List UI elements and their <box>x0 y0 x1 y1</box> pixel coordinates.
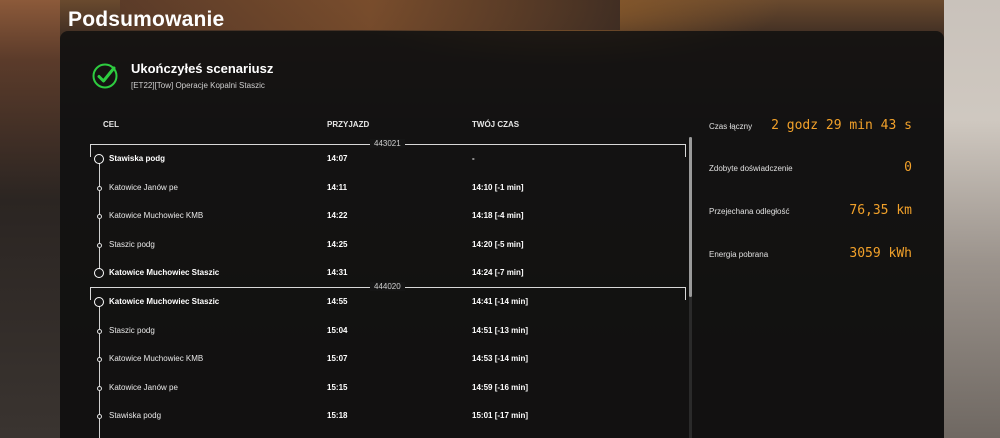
stop-your-time: 14:24 [-7 min] <box>472 268 524 277</box>
stop-arrival: 14:25 <box>327 239 348 249</box>
stop-your-time: 14:59 [-16 min] <box>472 383 528 392</box>
station-node <box>97 214 102 219</box>
stat-label: Energia pobrana <box>709 250 769 259</box>
stat-value: 76,35 km <box>849 203 912 218</box>
bracket-close: ] <box>520 211 524 220</box>
delay-value: -4 min <box>497 211 521 220</box>
stat-value: 2 godz 29 min 43 s <box>771 118 912 133</box>
station-node <box>97 185 102 191</box>
stat-value: 3059 kWh <box>849 246 912 261</box>
train-number: 443021 <box>370 139 405 148</box>
stat-value: 0 <box>904 160 912 175</box>
bracket-close: ] <box>525 411 529 420</box>
stop-name: Katowice Janów pe <box>109 182 178 192</box>
background-right <box>944 0 1000 438</box>
check-icon <box>92 63 118 89</box>
stop-your-time: 14:18 [-4 min] <box>472 211 524 220</box>
stop-arrival: 15:07 <box>327 354 348 363</box>
delay-value: -7 min <box>497 268 521 277</box>
stop-arrival: 14:11 <box>327 182 348 192</box>
bracket-close: ] <box>520 268 524 277</box>
your-time-value: 14:41 <box>472 297 493 306</box>
your-time-value: 14:53 <box>472 354 493 363</box>
delay-value: -14 min <box>497 354 526 363</box>
stop-name: Katowice Muchowiec KMB <box>109 211 204 220</box>
station-node <box>97 385 102 391</box>
your-time-value: 14:20 <box>472 239 493 249</box>
scenario-name: [ET22][Tow] Operacje Kopalni Staszic <box>131 81 265 90</box>
station-node <box>97 357 102 362</box>
station-node-major <box>94 297 104 307</box>
stop-your-time: - <box>472 154 475 163</box>
your-time-value: - <box>472 154 475 163</box>
train-number: 444020 <box>370 282 405 291</box>
stop-arrival: 14:07 <box>327 154 348 163</box>
stop-your-time: 14:10 [-1 min] <box>472 183 524 192</box>
station-node <box>97 414 102 419</box>
stop-arrival: 14:31 <box>327 268 348 277</box>
column-header-stop: CEL <box>103 120 119 129</box>
stop-arrival: 14:22 <box>327 211 348 220</box>
stop-your-time: 14:51 [-13 min] <box>472 326 528 335</box>
stop-name: Stawiska podg <box>109 411 162 420</box>
bracket-close: ] <box>525 297 529 306</box>
delay-value: -14 min <box>497 297 526 306</box>
stop-arrival: 14:55 <box>327 297 348 306</box>
bracket-close: ] <box>525 325 529 335</box>
your-time-value: 14:18 <box>472 211 493 220</box>
stop-your-time: 14:41 [-14 min] <box>472 297 528 306</box>
station-node <box>97 328 102 334</box>
stop-name: Staszic podg <box>109 325 155 335</box>
stop-name: Katowice Muchowiec Staszic <box>109 297 220 306</box>
your-time-value: 14:24 <box>472 268 493 277</box>
stop-arrival: 15:15 <box>327 382 348 392</box>
your-time-value: 14:10 <box>472 182 493 192</box>
column-header-arrival: PRZYJAZD <box>327 120 370 129</box>
your-time-value: 14:51 <box>472 325 493 335</box>
bracket-close: ] <box>520 182 524 192</box>
stop-name: Katowice Muchowiec KMB <box>109 354 204 363</box>
stop-name: Katowice Janów pe <box>109 382 178 392</box>
delay-value: -13 min <box>497 325 526 335</box>
stop-your-time: 15:01 [-17 min] <box>472 411 528 420</box>
bracket-close: ] <box>520 239 524 249</box>
column-header-your-time: TWÓJ CZAS <box>472 120 520 129</box>
stop-name: Staszic podg <box>109 239 155 249</box>
delay-value: -17 min <box>497 411 526 420</box>
stop-arrival: 15:18 <box>327 411 348 420</box>
result-heading: Ukończyłeś scenariusz <box>131 61 274 76</box>
delay-value: -5 min <box>497 239 521 249</box>
your-time-value: 14:59 <box>472 382 493 392</box>
summary-panel <box>60 31 944 438</box>
station-node-major <box>94 154 104 164</box>
page-title: Podsumowanie <box>68 8 225 31</box>
stop-name: Stawiska podg <box>109 154 166 163</box>
your-time-value: 15:01 <box>472 411 493 420</box>
stat-label: Zdobyte doświadczenie <box>709 164 793 173</box>
bracket-close: ] <box>525 382 529 392</box>
bracket-close: ] <box>525 354 529 363</box>
stat-label: Czas łączny <box>709 122 753 131</box>
stat-label: Przejechana odległość <box>709 207 790 216</box>
delay-value: -16 min <box>497 382 526 392</box>
station-node <box>97 242 102 248</box>
stop-name: Katowice Muchowiec Staszic <box>109 268 220 277</box>
delay-value: -1 min <box>497 182 521 192</box>
stop-arrival: 15:04 <box>327 325 348 335</box>
station-node-major <box>94 268 104 278</box>
scrollbar-thumb[interactable] <box>689 137 692 297</box>
stop-your-time: 14:20 [-5 min] <box>472 240 524 249</box>
background-left <box>0 0 60 438</box>
stop-your-time: 14:53 [-14 min] <box>472 354 528 363</box>
